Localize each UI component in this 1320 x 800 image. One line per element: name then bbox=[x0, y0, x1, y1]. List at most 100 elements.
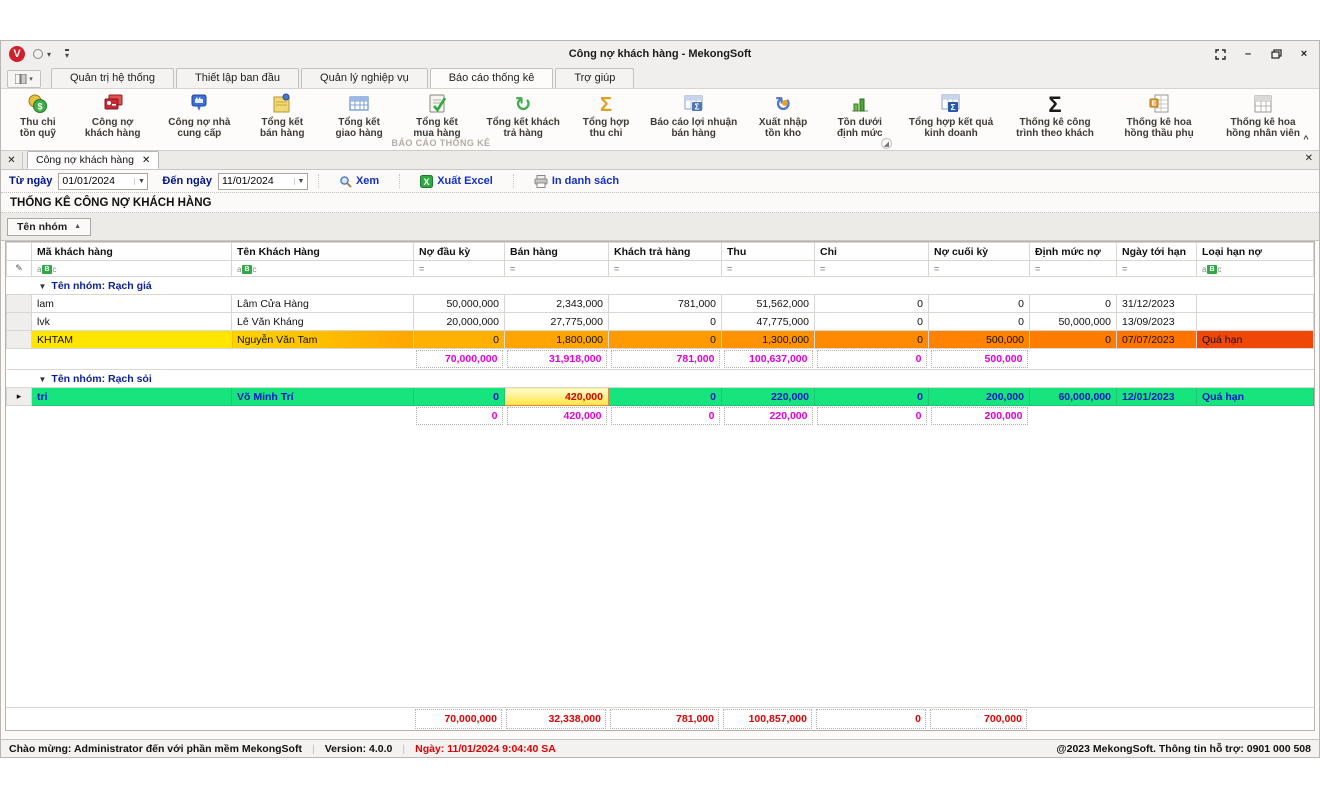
cell-9[interactable]: 31/12/2023 bbox=[1116, 294, 1197, 313]
ribbon-item-sales-note[interactable]: Tổng kết bán hàng bbox=[244, 91, 320, 140]
cell-10[interactable]: Quá hạn bbox=[1196, 330, 1314, 349]
ribbon-item-business-result[interactable]: Σ Tổng hợp kết quả kinh doanh bbox=[899, 91, 1003, 140]
cell-1[interactable]: Võ Minh Trí bbox=[231, 387, 414, 406]
collapse-group-icon[interactable]: ▼ bbox=[39, 282, 47, 291]
ribbon-item-cash-coins[interactable]: $ Thu chi tồn quỹ bbox=[5, 91, 71, 140]
filter-cell-9[interactable]: = bbox=[1116, 260, 1197, 277]
menu-tab-trợ-giúp[interactable]: Trợ giúp bbox=[555, 68, 635, 88]
table-row[interactable]: ▸ tri Võ Minh Trí 0 420,000 0 220,000 0 200,000 6… bbox=[6, 387, 1314, 406]
cell-2[interactable]: 0 bbox=[413, 330, 505, 349]
tab-cong-no-khach-hang[interactable]: Công nợ khách hàng ✕ bbox=[27, 151, 160, 169]
menu-tab-quản-trị-hệ-thống[interactable]: Quản trị hệ thống bbox=[51, 68, 175, 88]
cell-8[interactable]: 0 bbox=[1029, 294, 1117, 313]
close-tab-icon[interactable]: ✕ bbox=[142, 155, 150, 166]
from-date-value[interactable] bbox=[59, 175, 135, 187]
cell-5[interactable]: 51,562,000 bbox=[721, 294, 815, 313]
ribbon-item-customer-debt[interactable]: Công nợ khách hàng bbox=[71, 91, 155, 140]
cell-9[interactable]: 12/01/2023 bbox=[1116, 387, 1197, 406]
cell-6[interactable]: 0 bbox=[814, 387, 929, 406]
menu-tab-quản-lý-nghiệp-vụ[interactable]: Quản lý nghiệp vụ bbox=[301, 68, 428, 88]
table-row[interactable]: lam Lâm Cửa Hàng 50,000,000 2,343,000 781,00… bbox=[6, 294, 1314, 313]
ribbon-item-profit-report[interactable]: Σ Báo cáo lợi nhuận bán hàng bbox=[642, 91, 746, 140]
cell-7[interactable]: 0 bbox=[928, 312, 1030, 331]
fullscreen-icon[interactable] bbox=[1213, 47, 1227, 61]
cell-8[interactable]: 50,000,000 bbox=[1029, 312, 1117, 331]
cell-6[interactable]: 0 bbox=[814, 312, 929, 331]
restore-icon[interactable] bbox=[1269, 47, 1283, 61]
group-row[interactable]: ▼ Tên nhóm: Rạch sỏi bbox=[6, 369, 1314, 388]
group-row[interactable]: ▼ Tên nhóm: Rạch giá bbox=[6, 276, 1314, 295]
cell-3[interactable]: 420,000 bbox=[504, 387, 609, 406]
table-row[interactable]: KHTAM Nguyễn Văn Tam 0 1,800,000 0 1,300,000 0… bbox=[6, 330, 1314, 349]
chevron-down-icon[interactable]: ▾ bbox=[47, 50, 51, 59]
close-document-icon[interactable]: ✕ bbox=[1305, 153, 1313, 164]
cell-6[interactable]: 0 bbox=[814, 294, 929, 313]
grid-empty-area[interactable] bbox=[6, 426, 1314, 707]
column-header-4[interactable]: Khách trả hàng bbox=[608, 242, 722, 261]
cell-9[interactable]: 07/07/2023 bbox=[1116, 330, 1197, 349]
cell-5[interactable]: 1,300,000 bbox=[721, 330, 815, 349]
cell-10[interactable]: Quá hạn bbox=[1196, 387, 1314, 406]
cell-0[interactable]: lvk bbox=[31, 312, 232, 331]
filter-cell-5[interactable]: = bbox=[721, 260, 815, 277]
column-header-10[interactable]: Loại hạn nợ bbox=[1196, 242, 1314, 261]
filter-cell-1[interactable]: aBc bbox=[231, 260, 414, 277]
table-row[interactable]: lvk Lê Văn Kháng 20,000,000 27,775,000 0 47,7… bbox=[6, 312, 1314, 331]
cell-2[interactable]: 0 bbox=[413, 387, 505, 406]
cell-3[interactable]: 2,343,000 bbox=[504, 294, 609, 313]
close-all-tabs-icon[interactable]: ✕ bbox=[1, 152, 23, 169]
minimize-icon[interactable]: – bbox=[1241, 47, 1255, 61]
app-menu-button[interactable]: ▾ bbox=[7, 70, 41, 88]
cell-4[interactable]: 0 bbox=[608, 387, 722, 406]
cell-5[interactable]: 220,000 bbox=[721, 387, 815, 406]
cell-0[interactable]: tri bbox=[31, 387, 232, 406]
cell-7[interactable]: 500,000 bbox=[928, 330, 1030, 349]
collapse-group-icon[interactable]: ▼ bbox=[39, 375, 47, 384]
filter-cell-0[interactable]: aBc bbox=[31, 260, 232, 277]
cell-4[interactable]: 0 bbox=[608, 312, 722, 331]
ribbon-item-sigma-gold[interactable]: Σ Tổng hợp thu chi bbox=[570, 91, 641, 140]
group-row-label[interactable]: ▼ Tên nhóm: Rạch sỏi bbox=[31, 369, 1314, 388]
close-icon[interactable]: × bbox=[1297, 47, 1311, 61]
group-by-ten-nhom-button[interactable]: Tên nhóm ▲ bbox=[7, 217, 92, 236]
cell-8[interactable]: 0 bbox=[1029, 330, 1117, 349]
ribbon-item-subcontractor-commission[interactable]: E Thống kê hoa hồng thầu phụ bbox=[1107, 91, 1211, 140]
app-logo-icon[interactable]: V bbox=[9, 46, 25, 62]
column-header-2[interactable]: Nợ đầu kỳ bbox=[413, 242, 505, 261]
filter-cell-3[interactable]: = bbox=[504, 260, 609, 277]
cell-9[interactable]: 13/09/2023 bbox=[1116, 312, 1197, 331]
filter-cell-4[interactable]: = bbox=[608, 260, 722, 277]
ribbon-item-returns-refresh[interactable]: ↻ Tổng kết khách trả hàng bbox=[476, 91, 571, 140]
print-list-button[interactable]: In danh sách bbox=[524, 173, 629, 190]
column-header-1[interactable]: Tên Khách Hàng bbox=[231, 242, 414, 261]
cell-1[interactable]: Nguyễn Văn Tam bbox=[231, 330, 414, 349]
column-header-7[interactable]: Nợ cuối kỳ bbox=[928, 242, 1030, 261]
cell-3[interactable]: 27,775,000 bbox=[504, 312, 609, 331]
filter-cell-6[interactable]: = bbox=[814, 260, 929, 277]
to-date-input[interactable]: ▼ bbox=[217, 172, 308, 190]
export-excel-button[interactable]: X Xuất Excel bbox=[410, 173, 503, 190]
cell-1[interactable]: Lê Văn Kháng bbox=[231, 312, 414, 331]
cell-1[interactable]: Lâm Cửa Hàng bbox=[231, 294, 414, 313]
menu-tab-thiết-lập-ban-đầu[interactable]: Thiết lập ban đầu bbox=[176, 68, 300, 88]
filter-cell-10[interactable]: aBc bbox=[1196, 260, 1314, 277]
ribbon-item-purchase-check[interactable]: Tổng kết mua hàng bbox=[398, 91, 476, 140]
cell-3[interactable]: 1,800,000 bbox=[504, 330, 609, 349]
cell-8[interactable]: 60,000,000 bbox=[1029, 387, 1117, 406]
ribbon-more-icon[interactable]: ◢ bbox=[881, 138, 892, 149]
column-header-9[interactable]: Ngày tới hạn bbox=[1116, 242, 1197, 261]
filter-cell-7[interactable]: = bbox=[928, 260, 1030, 277]
cell-10[interactable] bbox=[1196, 312, 1314, 331]
to-date-value[interactable] bbox=[218, 175, 294, 187]
quick-access-circle-icon[interactable] bbox=[33, 49, 43, 59]
column-header-6[interactable]: Chi bbox=[814, 242, 929, 261]
cell-7[interactable]: 200,000 bbox=[928, 387, 1030, 406]
filter-cell-8[interactable]: = bbox=[1029, 260, 1117, 277]
cell-7[interactable]: 0 bbox=[928, 294, 1030, 313]
menu-tab-báo-cáo-thống-kê[interactable]: Báo cáo thống kê bbox=[429, 68, 554, 88]
cell-4[interactable]: 0 bbox=[608, 330, 722, 349]
ribbon-item-delivery-table[interactable]: Tổng kết giao hàng bbox=[320, 91, 398, 140]
view-button[interactable]: Xem bbox=[329, 173, 389, 190]
ribbon-item-supplier-debt[interactable]: Công nợ nhà cung cấp bbox=[154, 91, 244, 140]
customize-toolbar-icon[interactable]: ▾ bbox=[65, 49, 70, 60]
